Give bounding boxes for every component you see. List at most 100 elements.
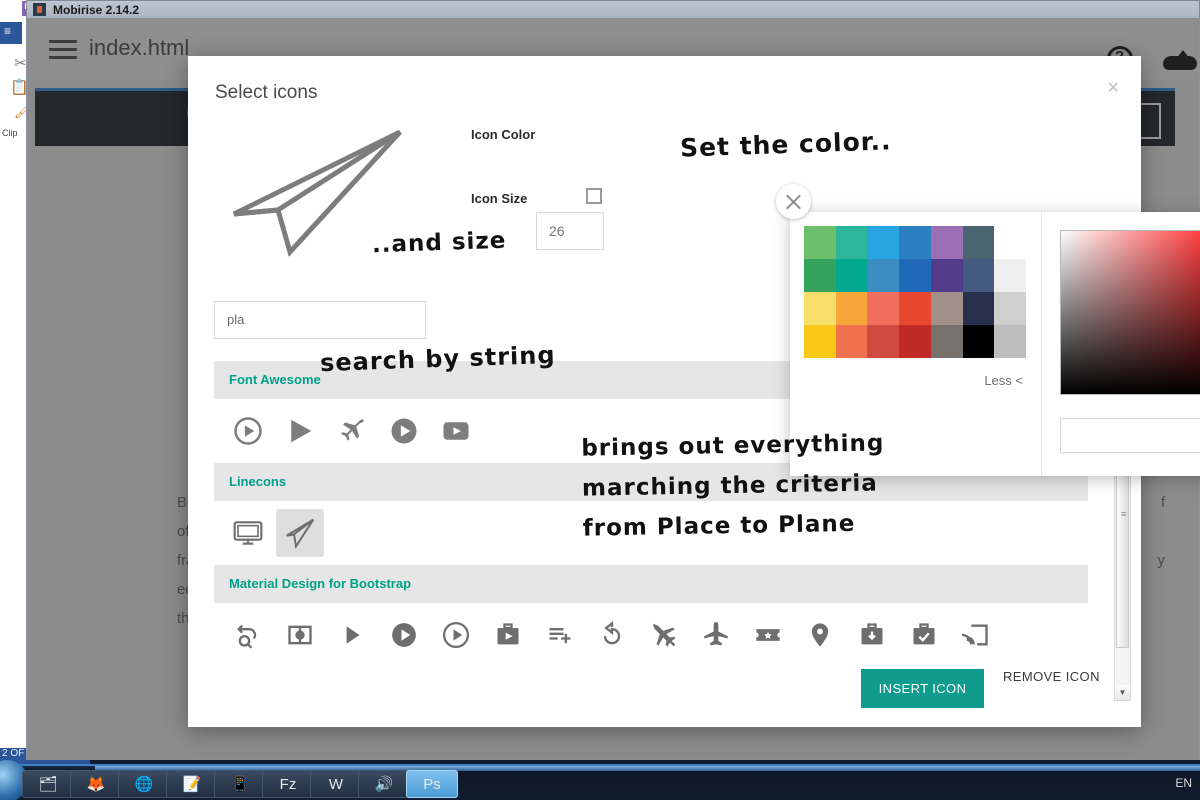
filezilla-taskbar-icon[interactable]: Fz	[262, 770, 314, 798]
icon-plane-icon[interactable]	[328, 407, 376, 455]
color-swatch[interactable]	[804, 259, 836, 292]
icon-size-input[interactable]: 26	[536, 212, 604, 250]
icon-play-circle-outline-icon[interactable]	[224, 407, 272, 455]
color-swatch[interactable]	[899, 259, 931, 292]
mobirise-taskbar-icon-glyph: 📱	[231, 775, 250, 793]
color-swatch-row	[804, 226, 1026, 259]
color-swatch[interactable]	[836, 292, 868, 325]
language-indicator: EN	[1175, 776, 1192, 790]
color-swatch[interactable]	[804, 325, 836, 358]
icon-place-marker-icon[interactable]	[796, 611, 844, 659]
icon-local-play-ticket-icon[interactable]	[744, 611, 792, 659]
icon-color-label: Icon Color	[471, 127, 535, 142]
word-taskbar-icon-glyph: W	[329, 776, 343, 793]
firefox-taskbar-icon[interactable]: 🦊	[70, 770, 122, 798]
color-swatch[interactable]	[836, 259, 868, 292]
word-tab-selected[interactable]	[0, 22, 22, 44]
icon-airplanemode-off-icon[interactable]	[640, 611, 688, 659]
insert-icon-button[interactable]: INSERT ICON	[861, 669, 984, 708]
color-swatch[interactable]	[963, 325, 995, 358]
color-swatch[interactable]	[963, 292, 995, 325]
icon-airplanemode-on-icon[interactable]	[692, 611, 740, 659]
icon-play-for-work-icon[interactable]	[484, 611, 532, 659]
remove-icon-button[interactable]: REMOVE ICON	[1003, 669, 1100, 684]
browser-taskbar-icon-glyph: 🌐	[135, 775, 154, 793]
clipboard-group-label: Clip	[2, 128, 18, 138]
color-swatch[interactable]	[931, 259, 963, 292]
icon-playlist-add-icon[interactable]	[536, 611, 584, 659]
color-swatch-row	[804, 292, 1026, 325]
color-swatch[interactable]	[931, 226, 963, 259]
icon-work-check-icon[interactable]	[900, 611, 948, 659]
mobirise-taskbar-icon[interactable]: 📱	[214, 770, 266, 798]
page-text-fragment: f	[1161, 488, 1165, 517]
color-swatch[interactable]	[931, 325, 963, 358]
windows-taskbar: EN 🗂 🦊 🌐 📝 📱 Fz W 🔊Ps	[0, 764, 1200, 800]
color-swatch[interactable]	[994, 259, 1026, 292]
dialog-title: Select icons	[215, 82, 317, 104]
icon-youtube-play-icon[interactable]	[432, 407, 480, 455]
icon-play-icon[interactable]	[276, 407, 324, 455]
icon-play-circle-filled-icon[interactable]	[380, 407, 428, 455]
explorer-taskbar-icon[interactable]: 🗂	[22, 770, 74, 798]
search-input[interactable]: pla	[214, 301, 426, 339]
color-swatch[interactable]	[931, 292, 963, 325]
icon-brightness-contrast-icon[interactable]	[276, 611, 324, 659]
scissors-icon[interactable]: ✂	[14, 54, 27, 72]
color-swatch[interactable]	[867, 325, 899, 358]
color-swatch[interactable]	[899, 325, 931, 358]
tool-taskbar-icon[interactable]: 🔊	[358, 770, 410, 798]
icon-replay-icon[interactable]	[588, 611, 636, 659]
hamburger-menu-icon[interactable]	[49, 40, 77, 59]
color-swatch[interactable]	[867, 292, 899, 325]
page-text-fragment: y	[1158, 546, 1166, 575]
icon-play-circle-filled-icon[interactable]	[380, 611, 428, 659]
icon-work-download-icon[interactable]	[848, 611, 896, 659]
current-filename: index.html	[89, 35, 189, 61]
chevron-down-icon[interactable]: ▼	[1115, 685, 1130, 700]
notepad-taskbar-icon[interactable]: 📝	[166, 770, 218, 798]
notepad-taskbar-icon-glyph: 📝	[183, 775, 202, 793]
color-swatch-grid[interactable]	[804, 226, 1026, 358]
icon-cached-refresh-icon[interactable]	[224, 611, 272, 659]
color-swatch[interactable]	[867, 226, 899, 259]
browser-taskbar-icon[interactable]: 🌐	[118, 770, 170, 798]
color-swatch[interactable]	[804, 292, 836, 325]
saturation-brightness-area[interactable]	[1060, 230, 1200, 395]
color-swatch[interactable]	[899, 292, 931, 325]
color-swatch	[994, 226, 1026, 259]
color-swatch-row	[804, 325, 1026, 358]
color-swatch[interactable]	[836, 226, 868, 259]
color-swatch-row	[804, 259, 1026, 292]
color-swatch[interactable]	[899, 226, 931, 259]
color-swatch[interactable]	[836, 325, 868, 358]
icon-cast-icon[interactable]	[952, 611, 1000, 659]
icon-display-monitor-icon[interactable]	[224, 509, 272, 557]
mobirise-titlebar: Mobirise 2.14.2	[26, 0, 1200, 18]
word-taskbar-icon[interactable]: W	[310, 770, 362, 798]
mobirise-window-title: Mobirise 2.14.2	[53, 3, 139, 17]
close-icon[interactable]: ×	[1107, 78, 1119, 98]
custom-color-panel	[1043, 212, 1200, 476]
less-toggle-link[interactable]: Less <	[984, 373, 1023, 388]
icon-size-label: Icon Size	[471, 191, 527, 206]
icon-row	[214, 603, 1088, 667]
photoshop-taskbar-icon[interactable]: Ps	[406, 770, 458, 798]
icon-play-circle-outline-icon[interactable]	[432, 611, 480, 659]
desktop-background: Mobirise 2.14.2 Review.docx - Word Produ…	[0, 0, 1200, 800]
icon-play-arrow-icon[interactable]	[328, 611, 376, 659]
icon-paper-plane-icon[interactable]	[276, 509, 324, 557]
hex-color-input[interactable]	[1060, 418, 1200, 453]
icon-color-swatch-button[interactable]	[586, 188, 602, 204]
color-swatch[interactable]	[994, 325, 1026, 358]
scrollbar-grip: ≡	[1121, 509, 1126, 519]
color-swatch[interactable]	[963, 259, 995, 292]
color-swatch[interactable]	[963, 226, 995, 259]
color-swatch[interactable]	[867, 259, 899, 292]
color-swatch[interactable]	[804, 226, 836, 259]
explorer-taskbar-icon-glyph: 🗂	[38, 775, 57, 793]
color-swatch[interactable]	[994, 292, 1026, 325]
annotation-and-size: ..and size	[372, 228, 507, 259]
cloud-upload-icon[interactable]	[1163, 50, 1197, 72]
select-icons-dialog: Select icons × Icon Color Icon Size 26 p…	[188, 56, 1141, 727]
